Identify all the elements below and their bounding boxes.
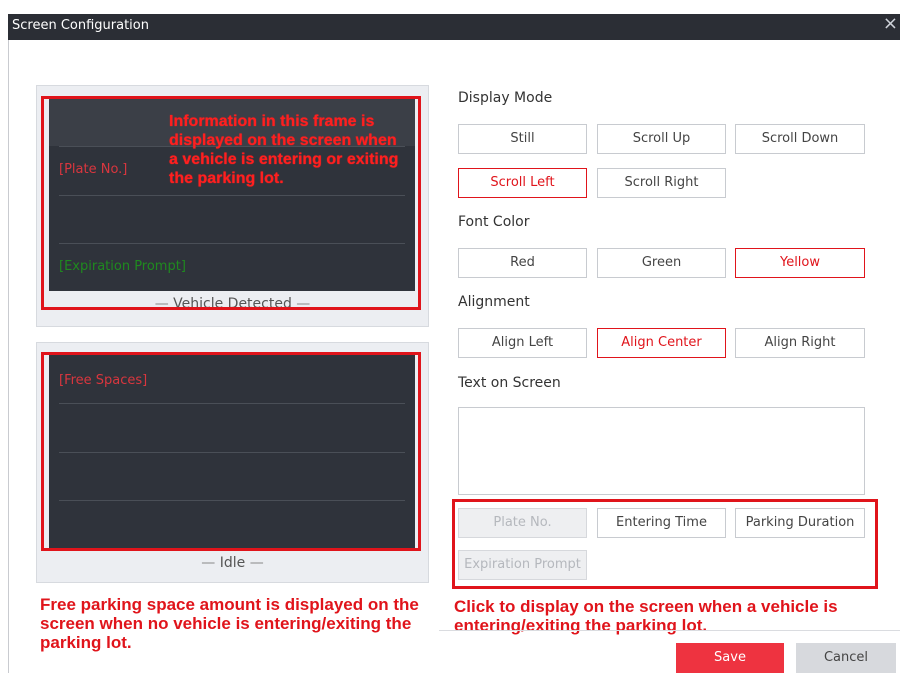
- vehicle-screen-preview: [Plate No.] [Expiration Prompt] Informat…: [49, 98, 415, 291]
- insert-expiration-prompt-button[interactable]: Expiration Prompt: [458, 550, 587, 580]
- vehicle-overlay-annotation: Information in this frame is displayed o…: [169, 113, 399, 187]
- expiration-tag: [Expiration Prompt]: [59, 259, 186, 274]
- footer-divider: [439, 630, 900, 631]
- screen-divider: [59, 243, 405, 244]
- mode-scroll-left-button[interactable]: Scroll Left: [458, 168, 587, 198]
- close-icon[interactable]: ×: [883, 12, 898, 36]
- save-button[interactable]: Save: [676, 643, 784, 673]
- vehicle-detected-text: Vehicle Detected: [173, 296, 292, 312]
- text-on-screen-label: Text on Screen: [458, 375, 561, 391]
- insert-entering-time-button[interactable]: Entering Time: [597, 508, 726, 538]
- align-center-button[interactable]: Align Center: [597, 328, 726, 358]
- window-title: Screen Configuration: [12, 18, 149, 33]
- idle-text: Idle: [219, 555, 246, 571]
- dialog-body: [Plate No.] [Expiration Prompt] Informat…: [8, 40, 900, 673]
- idle-annotation: Free parking space amount is displayed o…: [40, 595, 419, 652]
- vehicle-detected-panel: [Plate No.] [Expiration Prompt] Informat…: [36, 85, 429, 327]
- idle-screen-preview: [Free Spaces]: [49, 355, 415, 548]
- vehicle-detected-label: — Vehicle Detected —: [154, 296, 311, 312]
- mode-scroll-up-button[interactable]: Scroll Up: [597, 124, 726, 154]
- screen-divider: [59, 403, 405, 404]
- text-on-screen-input[interactable]: [458, 407, 865, 495]
- insert-plate-button[interactable]: Plate No.: [458, 508, 587, 538]
- plate-tag: [Plate No.]: [59, 162, 128, 177]
- mode-scroll-down-button[interactable]: Scroll Down: [735, 124, 865, 154]
- mode-scroll-right-button[interactable]: Scroll Right: [597, 168, 726, 198]
- screen-divider: [59, 195, 405, 196]
- screen-divider: [59, 452, 405, 453]
- cancel-button[interactable]: Cancel: [796, 643, 896, 673]
- color-yellow-button[interactable]: Yellow: [735, 248, 865, 278]
- free-spaces-tag: [Free Spaces]: [59, 373, 148, 388]
- font-color-label: Font Color: [458, 214, 530, 230]
- title-bar: Screen Configuration ×: [8, 12, 900, 40]
- idle-panel: [Free Spaces] — Idle —: [36, 342, 429, 583]
- cropped-top-strip: [0, 0, 900, 14]
- align-left-button[interactable]: Align Left: [458, 328, 587, 358]
- insert-parking-duration-button[interactable]: Parking Duration: [735, 508, 865, 538]
- idle-label: — Idle —: [201, 555, 264, 571]
- alignment-label: Alignment: [458, 294, 530, 310]
- mode-still-button[interactable]: Still: [458, 124, 587, 154]
- display-mode-label: Display Mode: [458, 90, 553, 106]
- align-right-button[interactable]: Align Right: [735, 328, 865, 358]
- color-red-button[interactable]: Red: [458, 248, 587, 278]
- screen-divider: [59, 500, 405, 501]
- color-green-button[interactable]: Green: [597, 248, 726, 278]
